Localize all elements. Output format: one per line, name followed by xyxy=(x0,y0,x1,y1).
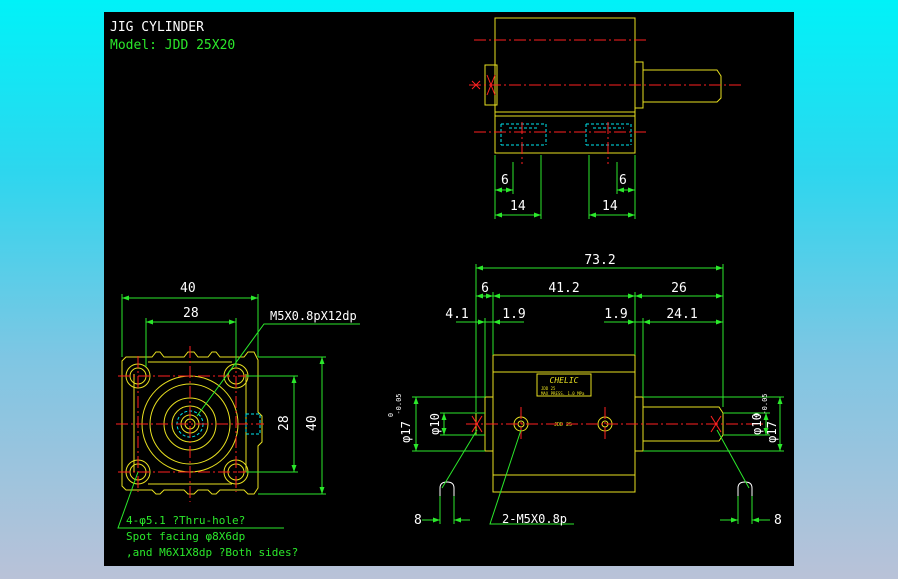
port-callout: 2-M5X0.8p xyxy=(502,512,567,526)
label-brand: CHELIC xyxy=(550,376,579,385)
dim-8-right: 8 xyxy=(774,513,782,528)
dim-1-9-left: 1.9 xyxy=(502,307,525,322)
dim-26: 26 xyxy=(671,281,687,296)
rod-dia-left: φ10 xyxy=(428,413,442,435)
dim-top-14-left: 14 xyxy=(510,199,526,214)
cad-drawing: JIG CYLINDER Model: JDD 25X20 6 6 14 14 … xyxy=(110,17,784,559)
dim-body-length: 41.2 xyxy=(548,281,579,296)
dim-total-length: 73.2 xyxy=(584,253,615,268)
tol-lower-left: -0.05 xyxy=(395,393,403,414)
tol-upper-right: 0 xyxy=(753,413,761,417)
tol-upper-left: 0 xyxy=(387,413,395,417)
tol-lower-right: -0.05 xyxy=(761,393,769,414)
body-mark: JDD 25 xyxy=(554,422,572,428)
boss-dia-left: φ17 xyxy=(399,421,413,443)
model-label: Model: JDD 25X20 xyxy=(110,38,235,53)
dim-6: 6 xyxy=(481,281,489,296)
dim-4-1: 4.1 xyxy=(445,307,468,322)
dim-top-14-right: 14 xyxy=(602,199,618,214)
dim-front-28: 28 xyxy=(183,306,199,321)
front-view: 40 28 M5X0.8pX12dp 28 40 4-φ5.1 ?Thru-ho… xyxy=(116,281,360,559)
hole-note-3: ,and M6X1X8dp ?Both sides? xyxy=(126,546,298,559)
side-view: CHELIC JDD 25 MAX PRESS. 1.0 MPa JDD 25 xyxy=(387,253,784,528)
boss-dia-right: φ17 xyxy=(765,421,779,443)
dim-top-6-right: 6 xyxy=(619,173,627,188)
dim-front-40: 40 xyxy=(180,281,196,296)
drawing-title: JIG CYLINDER xyxy=(110,20,204,35)
dim-8-left: 8 xyxy=(414,513,422,528)
top-view: 6 6 14 14 xyxy=(469,17,744,219)
thread-callout: M5X0.8pX12dp xyxy=(270,309,357,323)
dim-top-6-left: 6 xyxy=(501,173,509,188)
dim-24-1: 24.1 xyxy=(666,307,697,322)
hole-note-1: 4-φ5.1 ?Thru-hole? xyxy=(126,514,245,527)
cad-drawing-area: JIG CYLINDER Model: JDD 25X20 6 6 14 14 … xyxy=(104,12,794,566)
dim-front-40-vertical: 40 xyxy=(305,415,320,431)
hole-note-2: Spot facing φ8X6dp xyxy=(126,530,245,543)
dim-front-28-vertical: 28 xyxy=(277,415,292,431)
label-line-2: MAX PRESS. 1.0 MPa xyxy=(541,391,585,396)
dim-1-9-right: 1.9 xyxy=(604,307,627,322)
